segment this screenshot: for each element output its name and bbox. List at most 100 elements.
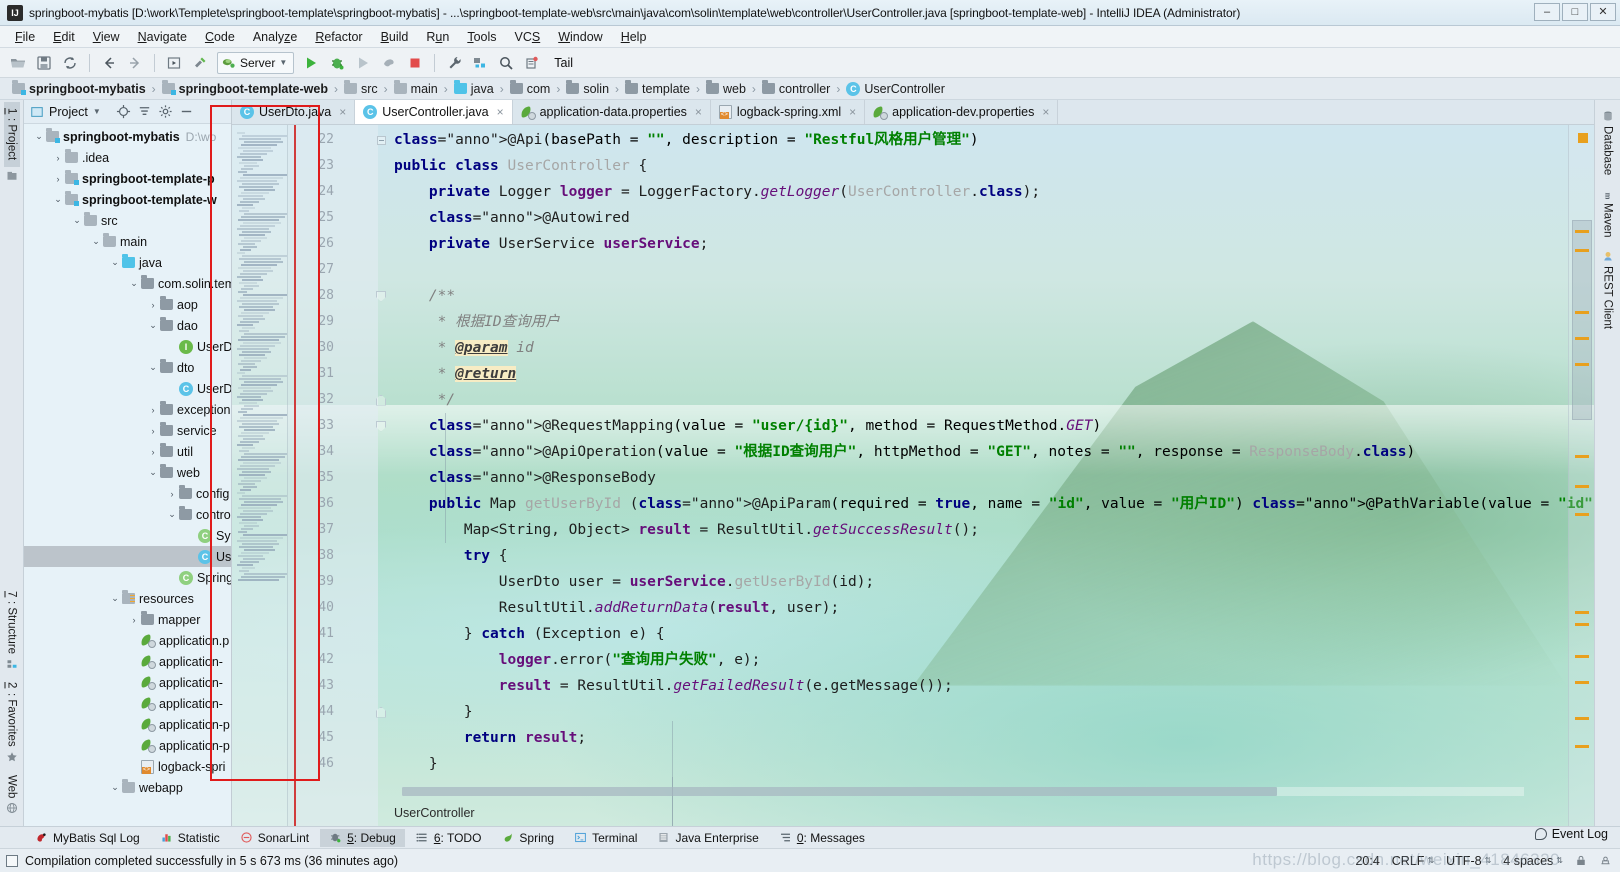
close-icon[interactable]: × [339,105,346,119]
breadcrumb-item-springboot-mybatis[interactable]: springboot-mybatis [10,82,148,96]
marker-8[interactable] [1575,513,1589,516]
menu-item-window[interactable]: Window [549,28,611,46]
tree-twisty-icon[interactable] [184,550,198,564]
fold-expand-icon[interactable] [376,707,386,718]
tree-node-src[interactable]: ⌄ src [24,210,231,231]
editor-tab-userdto-java[interactable]: C UserDto.java × [232,100,355,124]
tree-node-webapp[interactable]: ⌄ webapp [24,777,231,798]
menu-item-view[interactable]: View [84,28,129,46]
menu-item-tools[interactable]: Tools [458,28,505,46]
tree-twisty-icon[interactable]: › [51,151,65,165]
fold-collapse-icon[interactable] [376,291,386,302]
bottom-toolwindow-terminal[interactable]: Terminal [565,829,646,847]
tree-twisty-icon[interactable]: ⌄ [146,319,160,333]
tree-twisty-icon[interactable] [127,760,141,774]
fold-collapse-icon[interactable] [376,421,386,432]
code-line[interactable]: * 根据ID查询用户 [394,309,1594,335]
code-editor[interactable]: 2223242526272829303132333435363738394041… [232,125,1594,826]
menu-item-refactor[interactable]: Refactor [306,28,371,46]
menu-item-file[interactable]: File [6,28,44,46]
code-line[interactable]: return result; [394,725,1594,751]
bottom-toolwindow-5-debug[interactable]: 5: Debug [320,829,405,847]
project-structure-icon[interactable] [468,51,492,75]
code-line[interactable]: logger.error("查询用户失败", e); [394,647,1594,673]
tree-twisty-icon[interactable]: ⌄ [51,193,65,207]
menu-item-run[interactable]: Run [417,28,458,46]
marker-square[interactable] [1578,133,1588,143]
marker-7[interactable] [1575,485,1589,488]
error-stripe-marker-bar[interactable] [1568,125,1594,826]
toolwindow-button-database[interactable]: Database [1600,104,1616,181]
marker-4[interactable] [1575,337,1589,340]
tree-twisty-icon[interactable] [127,634,141,648]
settings-gear-icon[interactable] [158,104,174,120]
tree-node-userd[interactable]: I UserD [24,336,231,357]
breadcrumb-item-main[interactable]: main [392,82,440,96]
editor-tab-usercontroller-java[interactable]: C UserController.java × [355,100,512,124]
marker-12[interactable] [1575,681,1589,684]
marker-14[interactable] [1575,745,1589,748]
code-line[interactable]: /** [394,283,1594,309]
tree-twisty-icon[interactable] [127,739,141,753]
breadcrumb-item-template[interactable]: template [623,82,692,96]
marker-9[interactable] [1575,611,1589,614]
marker-2[interactable] [1575,249,1589,252]
close-icon[interactable]: × [1042,105,1049,119]
code-line[interactable]: * @return [394,361,1594,387]
fold-expand-icon[interactable] [376,395,386,406]
close-icon[interactable]: × [849,105,856,119]
toolwindow-button-web[interactable]: Web [4,769,20,820]
marker-11[interactable] [1575,655,1589,658]
tree-node-springboot-mybatis[interactable]: ⌄ springboot-mybatis D:\wo [24,126,231,147]
tree-node-springbo[interactable]: C Springbo [24,567,231,588]
toolwindow-button-2-favorites[interactable]: 2: Favorites [4,676,20,768]
tree-twisty-icon[interactable]: › [51,172,65,186]
tree-twisty-icon[interactable]: › [127,613,141,627]
tree-twisty-icon[interactable]: › [146,298,160,312]
tree-node-dao[interactable]: ⌄ dao [24,315,231,336]
back-arrow-icon[interactable] [97,51,121,75]
editor-tab-application-data-properties[interactable]: application-data.properties × [513,100,711,124]
close-icon[interactable]: × [497,105,504,119]
line-separator-selector[interactable]: CRLF ⇅ [1392,854,1434,868]
build-hammer-icon[interactable] [188,51,212,75]
tree-node-springboot-template-w[interactable]: ⌄ springboot-template-w [24,189,231,210]
close-button[interactable]: ✕ [1590,3,1616,21]
tree-node-application-[interactable]: application- [24,672,231,693]
settings-wrench-icon[interactable] [442,51,466,75]
toolwindow-button-maven[interactable]: mMaven [1600,181,1616,244]
project-chevron-down-icon[interactable]: ▼ [93,108,101,116]
tree-node-application.p[interactable]: application.p [24,630,231,651]
menu-item-help[interactable]: Help [612,28,656,46]
scrollbar-thumb[interactable] [402,787,1277,796]
breadcrumb-item-com[interactable]: com [508,82,553,96]
marker-6[interactable] [1575,455,1589,458]
save-all-icon[interactable] [32,51,56,75]
tree-twisty-icon[interactable] [165,571,179,585]
code-line[interactable]: * @param id [394,335,1594,361]
tree-twisty-icon[interactable]: ⌄ [146,361,160,375]
tree-twisty-icon[interactable]: ⌄ [146,466,160,480]
run-with-coverage-icon[interactable] [351,51,375,75]
toolwindow-button-rest-client[interactable]: REST Client [1600,244,1616,335]
breadcrumb-item-java[interactable]: java [452,82,496,96]
tree-node-sy[interactable]: C Sy [24,525,231,546]
code-line[interactable]: public class UserController { [394,153,1594,179]
tree-twisty-icon[interactable] [184,529,198,543]
sql-log-icon[interactable] [520,51,544,75]
tree-node-main[interactable]: ⌄ main [24,231,231,252]
code-line[interactable]: } catch (Exception e) { [394,621,1594,647]
run-configuration-selector[interactable]: Server ▼ [217,52,294,74]
caret-position[interactable]: 20:4 [1355,854,1379,868]
minimize-button[interactable]: – [1534,3,1560,21]
tree-node-application-p[interactable]: application-p [24,735,231,756]
tree-node-.idea[interactable]: › .idea [24,147,231,168]
code-line[interactable]: result = ResultUtil.getFailedResult(e.ge… [394,673,1594,699]
fold-minus-icon[interactable] [377,136,386,145]
project-tree[interactable]: ⌄ springboot-mybatis D:\wo › .idea › spr… [24,124,231,826]
search-everywhere-icon[interactable] [494,51,518,75]
close-icon[interactable]: × [695,105,702,119]
tree-twisty-icon[interactable] [127,676,141,690]
tree-node-mapper[interactable]: › mapper [24,609,231,630]
code-line[interactable]: */ [394,387,1594,413]
